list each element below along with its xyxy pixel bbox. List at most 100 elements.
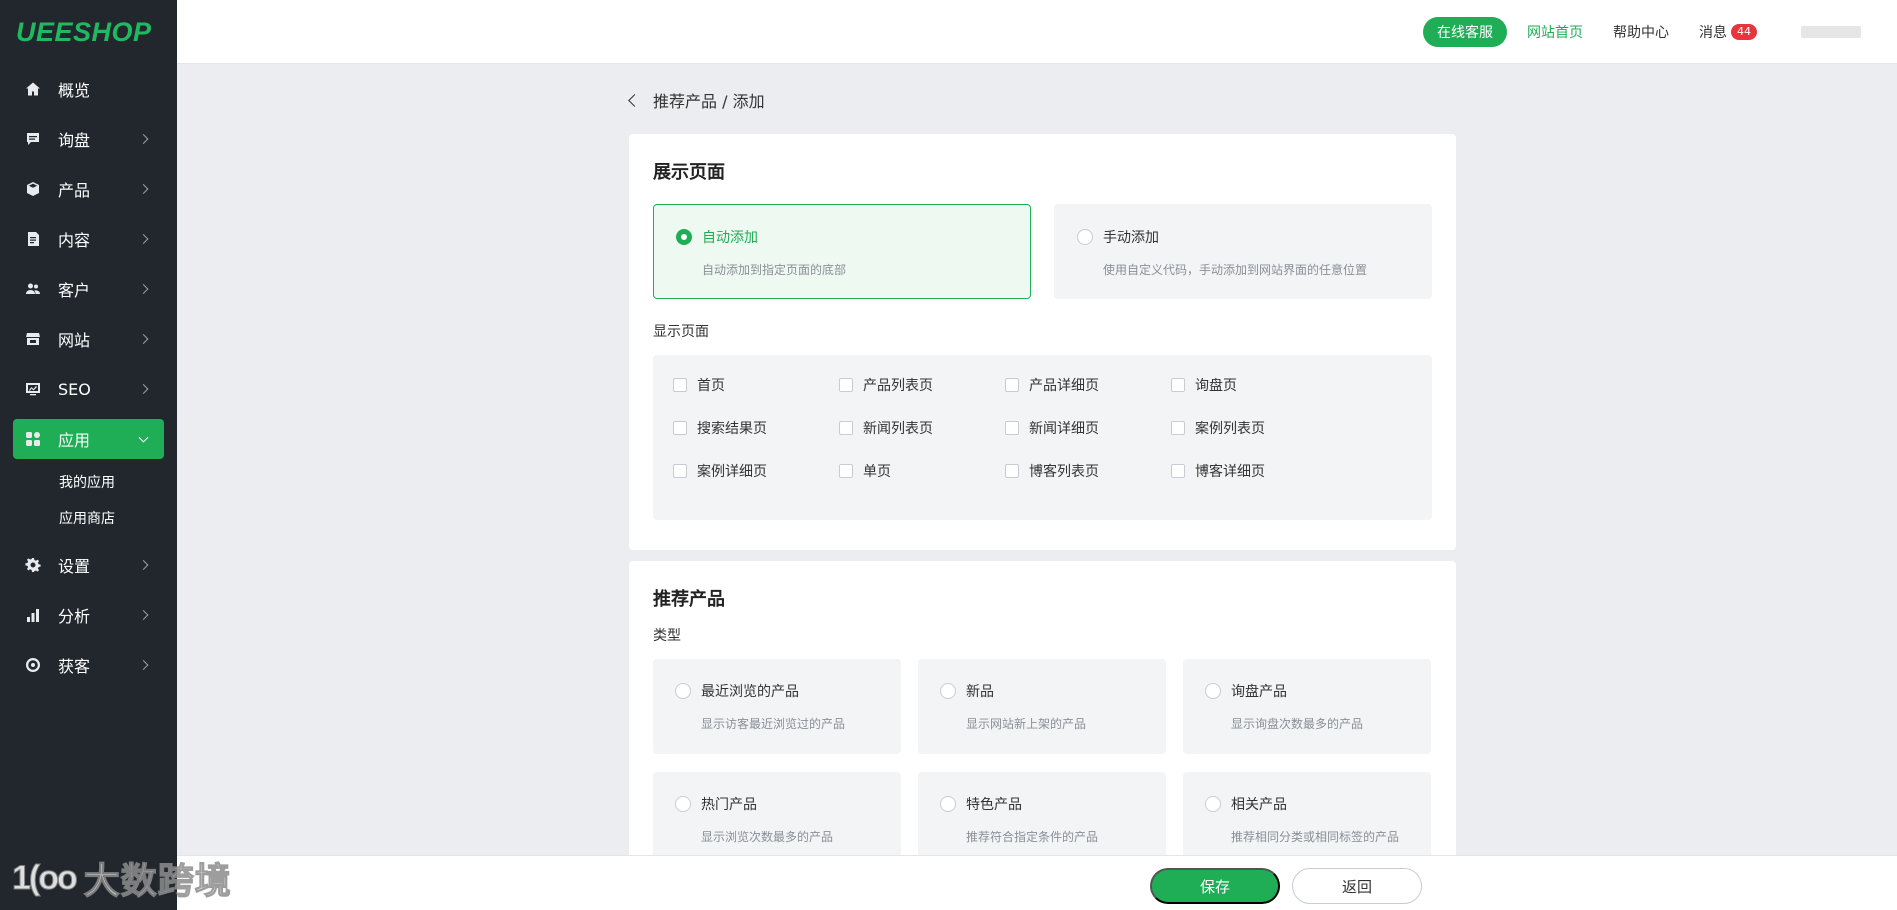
sidebar-item-apps[interactable]: 应用 xyxy=(13,419,164,459)
page-checkbox[interactable]: 案例详细页 xyxy=(673,463,839,480)
product-type-options: 最近浏览的产品 显示访客最近浏览过的产品 新品 显示网站新上架的产品 询盘产品 … xyxy=(653,659,1432,867)
messages-count-badge: 44 xyxy=(1731,24,1757,40)
type-option-label: 特色产品 xyxy=(966,797,1022,813)
sidebar-subitem-my-apps[interactable]: 我的应用 xyxy=(0,464,177,500)
sidebar-item-analytics[interactable]: 分析 xyxy=(0,590,177,640)
page-checkbox[interactable]: 产品详细页 xyxy=(1005,377,1171,394)
sidebar-item-label: 客户 xyxy=(58,281,91,300)
checkbox-label: 产品详细页 xyxy=(1029,378,1099,394)
auto-add-title: 自动添加 xyxy=(676,227,1008,247)
messages-button[interactable]: 消息 44 xyxy=(1699,22,1757,42)
sidebar-item-label: 获客 xyxy=(58,657,91,676)
manual-add-option[interactable]: 手动添加 使用自定义代码，手动添加到网站界面的任意位置 xyxy=(1054,204,1432,299)
checkbox[interactable] xyxy=(1005,421,1019,435)
sidebar-subitem-app-store[interactable]: 应用商店 xyxy=(0,500,177,536)
pages-checkbox-group: 首页 产品列表页 产品详细页 询盘页 搜索结果页 新闻列表页 新闻详细页 案例列… xyxy=(653,355,1432,520)
recommend-products-title: 推荐产品 xyxy=(653,589,725,610)
type-option[interactable]: 特色产品 推荐符合指定条件的产品 xyxy=(918,772,1166,867)
page-checkbox[interactable]: 博客列表页 xyxy=(1005,463,1171,480)
checkbox[interactable] xyxy=(673,421,687,435)
page-checkbox[interactable]: 博客详细页 xyxy=(1171,463,1337,480)
checkbox-label: 新闻详细页 xyxy=(1029,421,1099,437)
checkbox-label: 搜索结果页 xyxy=(697,421,767,437)
page-checkbox[interactable]: 案例列表页 xyxy=(1171,420,1337,437)
sidebar-item-content[interactable]: 内容 xyxy=(0,214,177,264)
sidebar-item-label: 分析 xyxy=(58,607,91,626)
checkbox[interactable] xyxy=(1005,464,1019,478)
sidebar-item-products[interactable]: 产品 xyxy=(0,164,177,214)
checkbox[interactable] xyxy=(673,378,687,392)
radio-unselected[interactable] xyxy=(940,683,956,699)
chevron-right-icon xyxy=(138,184,149,194)
radio-unselected[interactable] xyxy=(940,796,956,812)
checkbox[interactable] xyxy=(839,378,853,392)
brand-logo[interactable]: UEESHOP xyxy=(0,0,177,64)
chevron-right-icon xyxy=(138,334,149,344)
sidebar-item-website[interactable]: 网站 xyxy=(0,314,177,364)
page-checkbox[interactable]: 新闻列表页 xyxy=(839,420,1005,437)
save-button[interactable]: 保存 xyxy=(1150,868,1280,904)
checkbox[interactable] xyxy=(1171,378,1185,392)
page-checkbox[interactable]: 搜索结果页 xyxy=(673,420,839,437)
sidebar-item-label: SEO xyxy=(58,379,91,399)
back-button[interactable]: 返回 xyxy=(1292,868,1422,904)
type-option[interactable]: 新品 显示网站新上架的产品 xyxy=(918,659,1166,754)
page-checkbox[interactable]: 询盘页 xyxy=(1171,377,1337,394)
type-option-title: 热门产品 xyxy=(675,794,879,814)
add-mode-options: 自动添加 自动添加到指定页面的底部 手动添加 使用自定义代码，手动添加到网站界面… xyxy=(653,204,1432,299)
box-icon xyxy=(24,180,42,198)
sidebar-item-acquisition[interactable]: 获客 xyxy=(0,640,177,690)
sidebar-item-inquiry[interactable]: 询盘 xyxy=(0,114,177,164)
page-checkbox[interactable]: 单页 xyxy=(839,463,1005,480)
type-option[interactable]: 最近浏览的产品 显示访客最近浏览过的产品 xyxy=(653,659,901,754)
radio-unselected[interactable] xyxy=(1077,229,1093,245)
checkbox[interactable] xyxy=(839,421,853,435)
sidebar-item-label: 应用 xyxy=(58,431,91,450)
auto-add-option[interactable]: 自动添加 自动添加到指定页面的底部 xyxy=(653,204,1031,299)
type-option-title: 询盘产品 xyxy=(1205,681,1409,701)
type-option-desc: 推荐符合指定条件的产品 xyxy=(966,830,1099,844)
type-option[interactable]: 询盘产品 显示询盘次数最多的产品 xyxy=(1183,659,1431,754)
checkbox-label: 博客列表页 xyxy=(1029,464,1099,480)
watermark: 1(oo 大数跨境 xyxy=(12,852,232,904)
chevron-right-icon xyxy=(138,284,149,294)
checkbox[interactable] xyxy=(1171,421,1185,435)
chevron-right-icon xyxy=(138,610,149,620)
type-option-title: 特色产品 xyxy=(940,794,1144,814)
radio-unselected[interactable] xyxy=(675,683,691,699)
sidebar-item-label: 概览 xyxy=(58,81,91,100)
page-checkbox[interactable]: 新闻详细页 xyxy=(1005,420,1171,437)
radio-unselected[interactable] xyxy=(1205,683,1221,699)
user-account-menu[interactable] xyxy=(1801,26,1861,38)
apps-icon xyxy=(24,430,42,448)
breadcrumb-text: 推荐产品 / 添加 xyxy=(653,92,765,111)
users-icon xyxy=(24,280,42,298)
checkbox[interactable] xyxy=(673,464,687,478)
page-checkbox[interactable]: 产品列表页 xyxy=(839,377,1005,394)
type-option[interactable]: 热门产品 显示浏览次数最多的产品 xyxy=(653,772,901,867)
sidebar: UEESHOP 概览 询盘 产品 内容 客户 网站 SEO 应用 我的应用 应用… xyxy=(0,0,177,910)
back-arrow-icon[interactable] xyxy=(628,94,641,107)
help-center-link[interactable]: 帮助中心 xyxy=(1613,22,1669,42)
checkbox-label: 产品列表页 xyxy=(863,378,933,394)
radio-selected[interactable] xyxy=(676,229,692,245)
type-option[interactable]: 相关产品 推荐相同分类或相同标签的产品 xyxy=(1183,772,1431,867)
sidebar-item-customers[interactable]: 客户 xyxy=(0,264,177,314)
checkbox-label: 单页 xyxy=(863,464,891,480)
display-page-title: 展示页面 xyxy=(653,162,725,183)
website-home-link[interactable]: 网站首页 xyxy=(1527,22,1583,42)
type-option-desc: 显示网站新上架的产品 xyxy=(966,717,1087,731)
radio-unselected[interactable] xyxy=(675,796,691,812)
type-option-desc: 显示访客最近浏览过的产品 xyxy=(701,717,846,731)
sidebar-item-seo[interactable]: SEO xyxy=(0,364,177,414)
checkbox[interactable] xyxy=(1171,464,1185,478)
sidebar-item-settings[interactable]: 设置 xyxy=(0,540,177,590)
radio-unselected[interactable] xyxy=(1205,796,1221,812)
page-checkbox[interactable]: 首页 xyxy=(673,377,839,394)
online-service-button[interactable]: 在线客服 xyxy=(1423,17,1507,47)
sidebar-item-overview[interactable]: 概览 xyxy=(0,64,177,114)
checkbox[interactable] xyxy=(839,464,853,478)
sidebar-item-label: 网站 xyxy=(58,331,91,350)
watermark-text: 大数跨境 xyxy=(83,860,232,902)
checkbox[interactable] xyxy=(1005,378,1019,392)
